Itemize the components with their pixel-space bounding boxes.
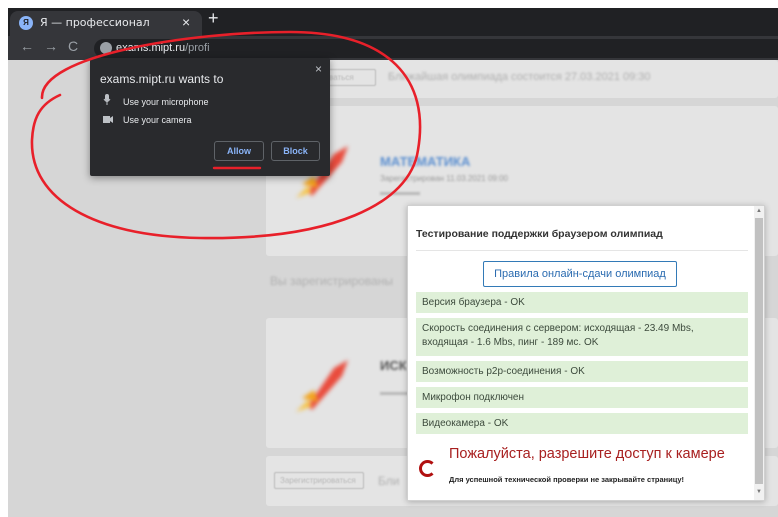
check-browser-version: Версия браузера - OK <box>416 292 748 313</box>
url-path: /profi <box>185 42 210 54</box>
subject-meta: Зарегистрирован 11.03.2021 09:00 <box>380 174 508 183</box>
microphone-row: Use your microphone <box>103 94 209 107</box>
subject-title[interactable]: МАТЕМАТИКА <box>380 154 470 169</box>
tab-close-icon[interactable]: × <box>182 14 190 30</box>
block-button[interactable]: Block <box>271 141 320 161</box>
microphone-icon <box>103 94 115 107</box>
registered-text: Вы зарегистрированы <box>270 274 393 288</box>
browser-test-dialog: Тестирование поддержки браузером олимпиа… <box>407 205 765 501</box>
top-card: Зарегистрироваться Ближайшая олимпиада с… <box>266 60 778 98</box>
back-arrow-icon[interactable]: ← <box>20 38 34 54</box>
new-tab-icon[interactable]: + <box>208 8 219 29</box>
url-text: exams.mipt.ru/profi <box>116 42 210 54</box>
check-microphone: Микрофон подключен <box>416 387 748 408</box>
browser-tab[interactable]: Я Я — профессионал × <box>10 11 202 36</box>
allow-button[interactable]: Allow <box>214 141 264 161</box>
divider <box>416 250 748 251</box>
next-olympiad-text: Ближайшая олимпиада состоится 27.03.2021… <box>388 71 651 83</box>
camera-row: Use your camera <box>103 115 192 125</box>
reload-icon[interactable]: C <box>68 38 78 54</box>
scroll-up-icon[interactable]: ▲ <box>755 208 763 214</box>
dialog-scrollbar[interactable]: ▲ ▼ <box>754 206 764 500</box>
check-camera: Видеокамера - OK <box>416 413 748 434</box>
bottom-text: Бли <box>378 474 400 488</box>
close-icon[interactable]: × <box>315 62 322 76</box>
check-p2p: Возможность p2p-соединения - OK <box>416 361 748 382</box>
camera-icon <box>103 115 115 125</box>
loading-spinner-icon <box>419 460 436 477</box>
tab-favicon-icon: Я <box>19 16 33 30</box>
scroll-down-icon[interactable]: ▼ <box>755 489 763 495</box>
camera-warning: Пожалуйста, разрешите доступ к камере <box>449 446 725 462</box>
lock-icon[interactable] <box>100 42 112 54</box>
microphone-label: Use your microphone <box>123 97 209 107</box>
forward-arrow-icon[interactable]: → <box>44 38 58 54</box>
dialog-title: Тестирование поддержки браузером олимпиа… <box>416 228 663 240</box>
browser-titlebar: Я Я — профессионал × + <box>8 8 778 36</box>
rocket-icon <box>296 360 348 412</box>
scroll-thumb[interactable] <box>755 218 763 484</box>
check-connection-speed: Скорость соединения с сервером: исходяща… <box>416 318 748 356</box>
permission-popup: exams.mipt.ru wants to × Use your microp… <box>90 58 330 176</box>
camera-label: Use your camera <box>123 115 192 125</box>
url-host: exams.mipt.ru <box>116 42 186 54</box>
divider <box>380 192 420 195</box>
keep-page-open-note: Для успешной технической проверки не зак… <box>449 475 685 484</box>
permission-title: exams.mipt.ru wants to <box>100 72 224 86</box>
divider <box>380 392 410 395</box>
tab-title: Я — профессионал <box>40 16 150 29</box>
address-bar[interactable]: exams.mipt.ru/profi <box>94 39 778 58</box>
rules-button[interactable]: Правила онлайн-сдачи олимпиад <box>483 261 677 287</box>
browser-toolbar: ← → C exams.mipt.ru/profi <box>8 36 778 60</box>
register-button-2[interactable]: Зарегистрироваться <box>274 472 364 489</box>
subject-title-2[interactable]: ИСК <box>380 358 407 373</box>
